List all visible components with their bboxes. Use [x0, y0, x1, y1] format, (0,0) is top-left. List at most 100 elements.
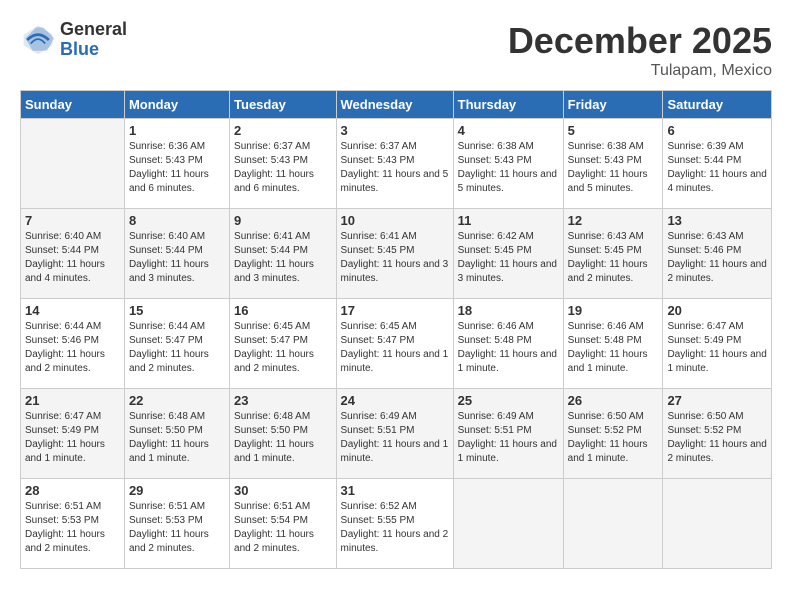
day-info: Sunrise: 6:50 AMSunset: 5:52 PMDaylight:… [568, 410, 659, 466]
day-number: 25 [458, 393, 559, 408]
day-number: 27 [667, 393, 767, 408]
day-info: Sunrise: 6:46 AMSunset: 5:48 PMDaylight:… [568, 320, 659, 376]
day-number: 17 [341, 303, 449, 318]
day-number: 19 [568, 303, 659, 318]
calendar-cell: 6 Sunrise: 6:39 AMSunset: 5:44 PMDaylight… [663, 119, 772, 209]
column-header-monday: Monday [124, 91, 229, 119]
calendar-cell: 30Sunrise: 6:51 AMSunset: 5:54 PMDayligh… [230, 479, 336, 569]
day-number: 29 [129, 483, 225, 498]
day-info: Sunrise: 6:41 AMSunset: 5:44 PMDaylight:… [234, 230, 331, 286]
calendar-cell: 28 Sunrise: 6:51 AMSunset: 5:53 PMDayligh… [21, 479, 125, 569]
calendar-cell: 23 Sunrise: 6:48 AMSunset: 5:50 PMDayligh… [230, 389, 336, 479]
day-number: 1 [129, 123, 225, 138]
day-number: 8 [129, 213, 225, 228]
day-number: 3 [341, 123, 449, 138]
calendar-cell: 21 Sunrise: 6:47 AMSunset: 5:49 PMDayligh… [21, 389, 125, 479]
location: Tulapam, Mexico [508, 62, 772, 80]
calendar-cell: 18Sunrise: 6:46 AMSunset: 5:48 PMDayligh… [453, 299, 563, 389]
day-info: Sunrise: 6:51 AMSunset: 5:53 PMDaylight:… [25, 500, 120, 556]
day-info: Sunrise: 6:43 AMSunset: 5:45 PMDaylight:… [568, 230, 659, 286]
calendar-cell: 26 Sunrise: 6:50 AMSunset: 5:52 PMDayligh… [563, 389, 663, 479]
calendar-cell: 20 Sunrise: 6:47 AMSunset: 5:49 PMDayligh… [663, 299, 772, 389]
logo: General Blue [20, 20, 127, 60]
calendar-cell: 17Sunrise: 6:45 AMSunset: 5:47 PMDayligh… [336, 299, 453, 389]
day-number: 2 [234, 123, 331, 138]
calendar-cell: 15 Sunrise: 6:44 AMSunset: 5:47 PMDayligh… [124, 299, 229, 389]
day-info: Sunrise: 6:48 AMSunset: 5:50 PMDaylight:… [129, 410, 225, 466]
calendar-cell: 25 Sunrise: 6:49 AMSunset: 5:51 PMDayligh… [453, 389, 563, 479]
day-number: 24 [341, 393, 449, 408]
calendar-cell: 7Sunrise: 6:40 AMSunset: 5:44 PMDaylight… [21, 209, 125, 299]
calendar-week-row: 21 Sunrise: 6:47 AMSunset: 5:49 PMDayligh… [21, 389, 772, 479]
day-number: 31 [341, 483, 449, 498]
day-info: Sunrise: 6:48 AMSunset: 5:50 PMDaylight:… [234, 410, 331, 466]
day-info: Sunrise: 6:41 AMSunset: 5:45 PMDaylight:… [341, 230, 449, 286]
title-block: December 2025 Tulapam, Mexico [508, 20, 772, 80]
calendar-cell: 16Sunrise: 6:45 AMSunset: 5:47 PMDayligh… [230, 299, 336, 389]
column-header-saturday: Saturday [663, 91, 772, 119]
calendar-cell: 10 Sunrise: 6:41 AMSunset: 5:45 PMDayligh… [336, 209, 453, 299]
calendar-cell: 8Sunrise: 6:40 AMSunset: 5:44 PMDaylight… [124, 209, 229, 299]
day-info: Sunrise: 6:38 AMSunset: 5:43 PMDaylight:… [458, 140, 559, 196]
calendar-cell: 12Sunrise: 6:43 AMSunset: 5:45 PMDayligh… [563, 209, 663, 299]
day-number: 5 [568, 123, 659, 138]
calendar-cell: 4 Sunrise: 6:38 AMSunset: 5:43 PMDaylight… [453, 119, 563, 209]
calendar-cell: 29Sunrise: 6:51 AMSunset: 5:53 PMDayligh… [124, 479, 229, 569]
day-number: 21 [25, 393, 120, 408]
calendar-cell: 31 Sunrise: 6:52 AMSunset: 5:55 PMDayligh… [336, 479, 453, 569]
column-header-tuesday: Tuesday [230, 91, 336, 119]
day-info: Sunrise: 6:49 AMSunset: 5:51 PMDaylight:… [458, 410, 559, 466]
calendar-cell: 19 Sunrise: 6:46 AMSunset: 5:48 PMDayligh… [563, 299, 663, 389]
day-number: 26 [568, 393, 659, 408]
calendar-header-row: SundayMondayTuesdayWednesdayThursdayFrid… [21, 91, 772, 119]
calendar-week-row: 14 Sunrise: 6:44 AMSunset: 5:46 PMDayligh… [21, 299, 772, 389]
calendar-cell: 5 Sunrise: 6:38 AMSunset: 5:43 PMDaylight… [563, 119, 663, 209]
day-number: 9 [234, 213, 331, 228]
day-info: Sunrise: 6:38 AMSunset: 5:43 PMDaylight:… [568, 140, 659, 196]
day-info: Sunrise: 6:47 AMSunset: 5:49 PMDaylight:… [667, 320, 767, 376]
column-header-sunday: Sunday [21, 91, 125, 119]
calendar-cell [563, 479, 663, 569]
day-number: 28 [25, 483, 120, 498]
day-info: Sunrise: 6:39 AMSunset: 5:44 PMDaylight:… [667, 140, 767, 196]
day-info: Sunrise: 6:40 AMSunset: 5:44 PMDaylight:… [25, 230, 120, 286]
day-number: 22 [129, 393, 225, 408]
calendar-cell: 24 Sunrise: 6:49 AMSunset: 5:51 PMDayligh… [336, 389, 453, 479]
calendar-week-row: 28 Sunrise: 6:51 AMSunset: 5:53 PMDayligh… [21, 479, 772, 569]
day-info: Sunrise: 6:37 AMSunset: 5:43 PMDaylight:… [341, 140, 449, 196]
day-number: 15 [129, 303, 225, 318]
day-number: 10 [341, 213, 449, 228]
calendar-cell: 11Sunrise: 6:42 AMSunset: 5:45 PMDayligh… [453, 209, 563, 299]
day-number: 23 [234, 393, 331, 408]
day-info: Sunrise: 6:49 AMSunset: 5:51 PMDaylight:… [341, 410, 449, 466]
page-header: General Blue December 2025 Tulapam, Mexi… [20, 20, 772, 80]
day-number: 13 [667, 213, 767, 228]
logo-general: General [60, 20, 127, 40]
calendar-cell: 13 Sunrise: 6:43 AMSunset: 5:46 PMDayligh… [663, 209, 772, 299]
calendar-week-row: 7Sunrise: 6:40 AMSunset: 5:44 PMDaylight… [21, 209, 772, 299]
day-number: 20 [667, 303, 767, 318]
day-info: Sunrise: 6:44 AMSunset: 5:46 PMDaylight:… [25, 320, 120, 376]
day-info: Sunrise: 6:51 AMSunset: 5:54 PMDaylight:… [234, 500, 331, 556]
day-info: Sunrise: 6:47 AMSunset: 5:49 PMDaylight:… [25, 410, 120, 466]
logo-blue: Blue [60, 40, 127, 60]
calendar-cell [453, 479, 563, 569]
day-number: 14 [25, 303, 120, 318]
day-info: Sunrise: 6:37 AMSunset: 5:43 PMDaylight:… [234, 140, 331, 196]
calendar-cell: 27Sunrise: 6:50 AMSunset: 5:52 PMDayligh… [663, 389, 772, 479]
day-number: 4 [458, 123, 559, 138]
calendar-cell [21, 119, 125, 209]
month-title: December 2025 [508, 20, 772, 62]
calendar-cell: 22 Sunrise: 6:48 AMSunset: 5:50 PMDayligh… [124, 389, 229, 479]
column-header-friday: Friday [563, 91, 663, 119]
day-info: Sunrise: 6:43 AMSunset: 5:46 PMDaylight:… [667, 230, 767, 286]
day-number: 16 [234, 303, 331, 318]
day-number: 6 [667, 123, 767, 138]
day-info: Sunrise: 6:44 AMSunset: 5:47 PMDaylight:… [129, 320, 225, 376]
logo-text: General Blue [60, 20, 127, 60]
day-info: Sunrise: 6:52 AMSunset: 5:55 PMDaylight:… [341, 500, 449, 556]
day-info: Sunrise: 6:46 AMSunset: 5:48 PMDaylight:… [458, 320, 559, 376]
calendar-cell: 2 Sunrise: 6:37 AMSunset: 5:43 PMDaylight… [230, 119, 336, 209]
day-number: 11 [458, 213, 559, 228]
day-info: Sunrise: 6:36 AMSunset: 5:43 PMDaylight:… [129, 140, 225, 196]
